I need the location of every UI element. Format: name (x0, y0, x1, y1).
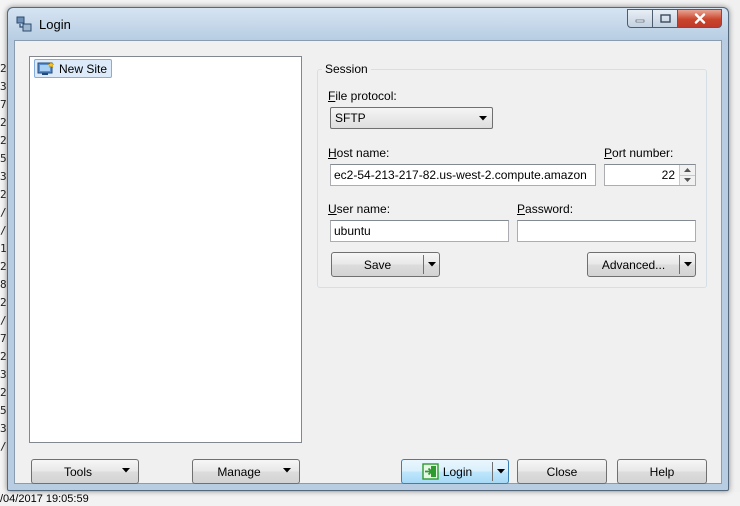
help-button[interactable]: Help (617, 459, 707, 484)
advanced-button[interactable]: Advanced... (587, 252, 696, 277)
background-status-line: /04/2017 19:05:59 (0, 492, 740, 506)
host-name-input[interactable]: ec2-54-213-217-82.us-west-2.compute.amaz… (330, 164, 596, 186)
port-number-label-text: ort number: (612, 146, 674, 160)
login-button-label: Login (442, 464, 473, 479)
new-site-monitor-icon (37, 61, 55, 75)
close-button[interactable]: Close (517, 459, 607, 484)
background-right-strip (728, 0, 740, 506)
chevron-down-icon (684, 178, 691, 183)
maximize-icon (659, 14, 671, 23)
advanced-button-label: Advanced... (601, 257, 666, 272)
session-group-label: Session (322, 62, 371, 76)
close-button-label: Close (546, 464, 578, 479)
password-input[interactable] (517, 220, 696, 242)
password-label: Password: (517, 202, 573, 216)
minimize-icon (635, 19, 645, 22)
host-name-label: Host name: (328, 146, 389, 160)
user-name-label: User name: (328, 202, 390, 216)
site-tree-item-new-site[interactable]: New Site (34, 59, 113, 78)
chevron-up-icon (684, 167, 691, 172)
port-decrement-button[interactable] (679, 174, 695, 185)
window-controls (627, 9, 722, 29)
chevron-down-icon (427, 262, 436, 267)
user-name-input[interactable]: ubuntu (330, 220, 509, 242)
chevron-down-icon (496, 469, 505, 474)
login-button-content: Login (402, 463, 492, 480)
title-bar[interactable]: Login (8, 8, 728, 40)
site-tree-item-label: New Site (59, 61, 108, 76)
login-button[interactable]: Login (401, 459, 509, 484)
file-protocol-select[interactable]: SFTP (330, 107, 493, 129)
password-accel: P (517, 202, 526, 216)
dialog-client-area: New Site Session File protocol: SFTP Hos… (14, 40, 722, 484)
chevron-down-icon (683, 262, 692, 267)
chevron-down-icon (283, 468, 291, 473)
save-button-label: Save (363, 257, 392, 272)
port-number-stepper[interactable]: 22 (604, 164, 696, 186)
port-number-accel: P (604, 146, 613, 160)
port-number-value: 22 (661, 168, 675, 182)
chevron-down-icon (479, 116, 487, 121)
maximize-button[interactable] (653, 9, 678, 28)
close-icon (694, 13, 705, 24)
file-protocol-label-text: ile protocol: (335, 89, 397, 103)
chevron-down-icon (122, 468, 130, 473)
host-name-accel: H (328, 146, 337, 160)
host-name-label-text: ost name: (336, 146, 390, 160)
winscp-icon (16, 16, 32, 32)
port-increment-button[interactable] (679, 165, 695, 175)
user-name-label-text: ser name: (336, 202, 391, 216)
advanced-dropdown-toggle[interactable] (680, 262, 695, 267)
help-button-label: Help (649, 464, 675, 479)
tools-button[interactable]: Tools (31, 459, 139, 484)
close-window-button[interactable] (678, 9, 722, 28)
port-number-label: Port number: (604, 146, 673, 160)
user-name-accel: U (328, 202, 337, 216)
site-tree[interactable]: New Site (29, 56, 302, 443)
login-window: Login New Site Session File protocol: SF… (7, 7, 729, 491)
window-title: Login (39, 17, 71, 32)
login-icon (422, 463, 439, 480)
minimize-button[interactable] (627, 9, 653, 28)
save-dropdown-toggle[interactable] (424, 262, 439, 267)
save-button[interactable]: Save (331, 252, 440, 277)
file-protocol-label: File protocol: (328, 89, 397, 103)
background-timestamp: /04/2017 19:05:59 (0, 493, 89, 505)
file-protocol-value: SFTP (335, 111, 366, 125)
password-label-text: assword: (525, 202, 574, 216)
manage-button[interactable]: Manage (192, 459, 300, 484)
login-dropdown-toggle[interactable] (493, 469, 508, 474)
port-number-spin-buttons (679, 165, 695, 185)
